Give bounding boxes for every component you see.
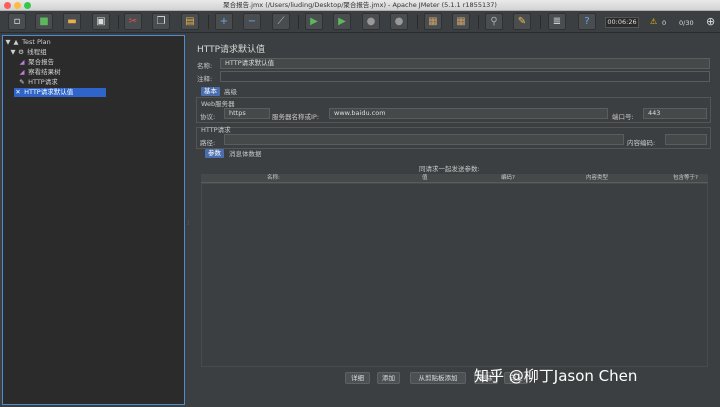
add-from-clipboard-button[interactable]: 从剪贴板添加 — [410, 372, 466, 384]
listener-icon: ◢ — [19, 58, 25, 66]
tab-parameters[interactable]: 参数 — [205, 149, 224, 158]
toolbar: ▫ ■ ▬ ▣ ✂ ❐ ▤ + − ⟋ ▶ ▶ ● ● ▦ ▦ ⚲ ✎ ≣ ? … — [0, 11, 720, 33]
http-request-label: HTTP请求 — [201, 126, 231, 134]
test-plan-icon: ▲ — [13, 38, 19, 46]
column-name[interactable]: 名称: — [267, 174, 280, 183]
clear-icon[interactable]: ▦ — [424, 13, 442, 30]
path-field[interactable] — [224, 134, 624, 145]
protocol-field[interactable]: https — [224, 108, 270, 119]
warning-icon[interactable]: ⚠ — [650, 17, 657, 26]
new-icon[interactable]: ▫ — [8, 13, 26, 30]
test-plan-tree: ▼ ▲ Test Plan ▼ ⚙ 线程组 ◢ 聚合报告 ◢ 察看结果树 ✎ HTT… — [2, 35, 185, 405]
port-field[interactable]: 443 — [643, 108, 707, 119]
function-helper-icon[interactable]: ≣ — [548, 13, 566, 30]
column-include-equals[interactable]: 包含等于? — [673, 174, 698, 183]
column-value[interactable]: 值 — [422, 174, 428, 183]
port-label: 端口号: — [612, 113, 634, 121]
protocol-label: 协议: — [200, 113, 216, 121]
save-icon[interactable]: ▣ — [92, 13, 110, 30]
comment-label: 注释: — [197, 75, 213, 83]
detail-button[interactable]: 详细 — [345, 372, 370, 384]
server-field[interactable]: www.baidu.com — [329, 108, 608, 119]
clear-all-icon[interactable]: ▦ — [452, 13, 470, 30]
elapsed-time: 00:06:26 — [605, 17, 639, 28]
expand-arrow-icon[interactable]: ▼ — [4, 38, 12, 47]
tree-item-aggregate-report[interactable]: ◢ 聚合报告 — [18, 58, 55, 67]
comment-field[interactable] — [220, 71, 710, 82]
maximize-window-button[interactable] — [24, 2, 31, 9]
minimize-window-button[interactable] — [14, 2, 21, 9]
params-caption: 同请求一起发送参数: — [419, 165, 480, 173]
name-label: 名称: — [197, 62, 213, 70]
tree-item-thread-group[interactable]: ▼ ⚙ 线程组 — [9, 48, 47, 57]
toggle-icon[interactable]: ⟋ — [272, 13, 290, 30]
paste-icon[interactable]: ▤ — [181, 13, 199, 30]
page-title: HTTP请求默认值 — [197, 45, 266, 55]
expand-arrow-icon[interactable]: ▼ — [9, 48, 17, 57]
watermark: 知乎 @柳丁Jason Chen — [474, 367, 638, 385]
params-table-header: 名称: 值 编码? 内容类型 包含等于? — [201, 174, 708, 183]
thread-group-icon: ⚙ — [18, 48, 24, 56]
open-icon[interactable]: ▬ — [63, 13, 81, 30]
start-icon[interactable]: ▶ — [305, 13, 323, 30]
name-field[interactable]: HTTP请求默认值 — [220, 58, 710, 69]
help-icon[interactable]: ? — [578, 13, 596, 30]
path-label: 路径: — [200, 139, 216, 147]
web-server-label: Web服务器 — [201, 100, 235, 108]
column-encode[interactable]: 编码? — [501, 174, 515, 183]
search-icon[interactable]: ⚲ — [485, 13, 503, 30]
remote-start-icon[interactable]: ⊕ — [706, 15, 715, 28]
tab-basic[interactable]: 基本 — [201, 87, 220, 96]
server-label: 服务器名称或IP: — [272, 113, 320, 121]
active-threads: 0/30 — [679, 19, 694, 27]
params-table[interactable] — [201, 183, 708, 367]
tab-advanced[interactable]: 高级 — [221, 88, 240, 97]
tree-item-test-plan[interactable]: ▼ ▲ Test Plan — [4, 38, 51, 47]
listener-icon: ◢ — [19, 68, 25, 76]
encoding-field[interactable] — [665, 134, 707, 145]
warning-count: 0 — [662, 19, 667, 27]
collapse-icon[interactable]: − — [243, 13, 261, 30]
copy-icon[interactable]: ❐ — [152, 13, 170, 30]
tree-item-http-request[interactable]: ✎ HTTP请求 — [18, 78, 57, 87]
config-icon: ✕ — [15, 88, 21, 96]
cut-icon[interactable]: ✂ — [124, 13, 142, 30]
tab-body-data[interactable]: 消息体数据 — [226, 150, 265, 159]
expand-icon[interactable]: + — [215, 13, 233, 30]
window-titlebar: 聚合报告.jmx (/Users/liuding/Desktop/聚合报告.jm… — [0, 0, 720, 11]
close-window-button[interactable] — [4, 2, 11, 9]
add-button[interactable]: 添加 — [377, 372, 400, 384]
encoding-label: 内容编码: — [627, 139, 656, 147]
tree-item-results-tree[interactable]: ◢ 察看结果树 — [18, 68, 61, 77]
start-no-pause-icon[interactable]: ▶ — [333, 13, 351, 30]
templates-icon[interactable]: ■ — [35, 13, 53, 30]
sampler-icon: ✎ — [19, 78, 25, 86]
stop-icon[interactable]: ● — [362, 13, 380, 30]
shutdown-icon[interactable]: ● — [390, 13, 408, 30]
column-content-type[interactable]: 内容类型 — [586, 174, 608, 183]
tree-item-http-defaults[interactable]: ✕ HTTP请求默认值 — [14, 88, 106, 97]
config-panel: HTTP请求默认值 名称: HTTP请求默认值 注释: 基本 高级 Web服务器… — [191, 35, 718, 405]
window-title: 聚合报告.jmx (/Users/liuding/Desktop/聚合报告.jm… — [223, 1, 497, 9]
reset-search-icon[interactable]: ✎ — [513, 13, 531, 30]
